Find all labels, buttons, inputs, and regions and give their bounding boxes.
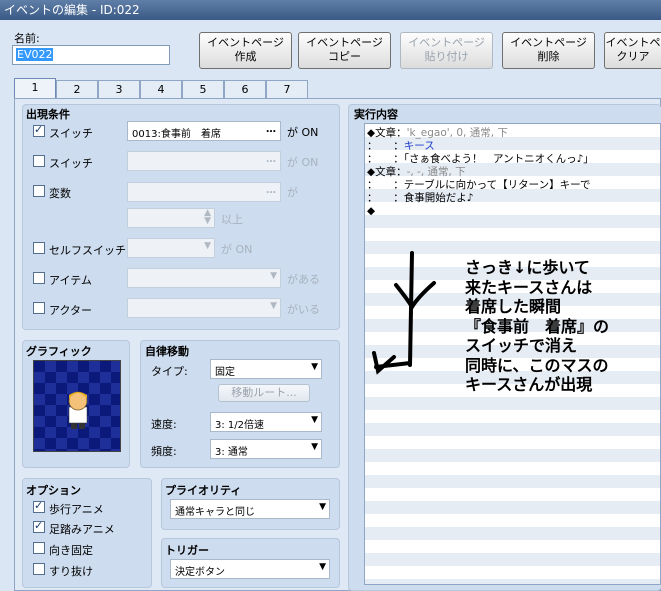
switch2-checkbox[interactable] <box>33 155 45 167</box>
list-item[interactable]: ： ：「さぁ食べよう！ アントニオくんっ♪」 <box>367 153 594 166</box>
actor-checkbox[interactable] <box>33 302 45 314</box>
create-page-button[interactable]: イベントページ 作成 <box>199 32 292 69</box>
switch2-suffix: が ON <box>287 156 319 169</box>
switch1-suffix: が ON <box>287 126 319 139</box>
option-walk-anim-checkbox[interactable] <box>33 499 45 513</box>
option-through-checkbox[interactable] <box>33 563 45 575</box>
switch1-label: スイッチ <box>49 127 93 140</box>
delete-page-button[interactable]: イベントページ 削除 <box>502 32 595 69</box>
list-item[interactable]: ： ：テーブルに向かって【リターン】キーで <box>367 179 590 192</box>
window-title: イベントの編集 - ID:022 <box>0 0 661 20</box>
self-switch-label: セルフスイッチ <box>49 244 126 257</box>
self-switch-suffix: が ON <box>221 243 253 256</box>
item-suffix: がある <box>287 273 320 286</box>
movement-speed-select[interactable]: 3: 1/2倍速 ▼ <box>210 412 322 432</box>
movement-title: 自律移動 <box>145 345 189 358</box>
list-item[interactable]: ◆文章：-, -, 通常, 下 <box>367 166 466 179</box>
option-step-anim-label: 足踏みアニメ <box>49 523 115 536</box>
movement-type-label: タイプ: <box>151 365 188 378</box>
variable-checkbox[interactable] <box>33 185 45 197</box>
contents-title: 実行内容 <box>354 108 398 121</box>
option-through-label: すり抜け <box>49 565 93 578</box>
movement-freq-label: 頻度: <box>151 445 177 458</box>
copy-page-button[interactable]: イベントページ コピー <box>298 32 391 69</box>
options-title: オプション <box>26 484 81 497</box>
above-label: 以上 <box>221 213 243 226</box>
variable-label: 変数 <box>49 187 71 200</box>
trigger-select[interactable]: 決定ボタン ▼ <box>170 559 330 579</box>
actor-select[interactable]: ▼ <box>127 298 281 318</box>
tab-page-6[interactable]: 6 <box>224 80 266 98</box>
actor-suffix: がいる <box>287 303 320 316</box>
trigger-title: トリガー <box>165 544 209 557</box>
list-item[interactable]: ： ：キース <box>367 140 435 153</box>
tab-page-3[interactable]: 3 <box>98 80 140 98</box>
list-item[interactable]: ◆文章：'k_egao', 0, 通常, 下 <box>367 127 508 140</box>
annotation-arrow-icon <box>372 251 436 375</box>
item-checkbox[interactable] <box>33 272 45 284</box>
option-walk-anim-label: 歩行アニメ <box>49 503 104 516</box>
tab-page-7[interactable]: 7 <box>266 80 308 98</box>
switch2-select[interactable]: … <box>127 151 281 171</box>
item-select[interactable]: ▼ <box>127 268 281 288</box>
actor-label: アクター <box>49 304 93 317</box>
graphic-preview[interactable] <box>33 360 121 452</box>
variable-value-spinner[interactable]: ▲ ▼ <box>127 208 215 228</box>
movement-speed-label: 速度: <box>151 418 177 431</box>
clear-page-button[interactable]: イベントペ クリア <box>604 32 661 69</box>
list-item[interactable]: ◆ <box>367 205 375 218</box>
variable-suffix: が <box>287 186 298 199</box>
list-item[interactable]: ： ：食事開始だよ♪ <box>367 192 473 205</box>
graphic-title: グラフィック <box>26 345 92 358</box>
option-direction-fix-checkbox[interactable] <box>33 542 45 554</box>
tab-page-4[interactable]: 4 <box>140 80 182 98</box>
item-label: アイテム <box>49 274 92 287</box>
tab-page-5[interactable]: 5 <box>182 80 224 98</box>
priority-select[interactable]: 通常キャラと同じ ▼ <box>170 499 330 519</box>
annotation-text: さっき↓に歩いて 来たキースさんは 着席した瞬間 『食事前 着席』の スイッチで… <box>465 258 610 394</box>
name-input[interactable]: EV022 <box>12 45 170 65</box>
switch1-checkbox[interactable] <box>33 123 45 137</box>
priority-title: プライオリティ <box>165 484 242 497</box>
character-sprite-icon <box>68 391 88 429</box>
movement-type-select[interactable]: 固定 ▼ <box>210 359 322 379</box>
conditions-title: 出現条件 <box>26 108 70 121</box>
paste-page-button[interactable]: イベントページ 貼り付け <box>400 32 493 69</box>
option-direction-fix-label: 向き固定 <box>49 544 93 557</box>
tab-page-1[interactable]: 1 <box>14 78 56 98</box>
self-switch-checkbox[interactable] <box>33 242 45 254</box>
tab-page-2[interactable]: 2 <box>56 80 98 98</box>
self-switch-select[interactable]: ▼ <box>127 238 215 258</box>
movement-route-button[interactable]: 移動ルート... <box>218 384 310 402</box>
option-step-anim-checkbox[interactable] <box>33 519 45 533</box>
switch1-select[interactable]: 0013:食事前 着席… <box>127 121 281 141</box>
movement-freq-select[interactable]: 3: 通常 ▼ <box>210 439 322 459</box>
variable-select[interactable]: … <box>127 182 281 202</box>
switch2-label: スイッチ <box>49 157 93 170</box>
name-label: 名前: <box>14 32 40 45</box>
